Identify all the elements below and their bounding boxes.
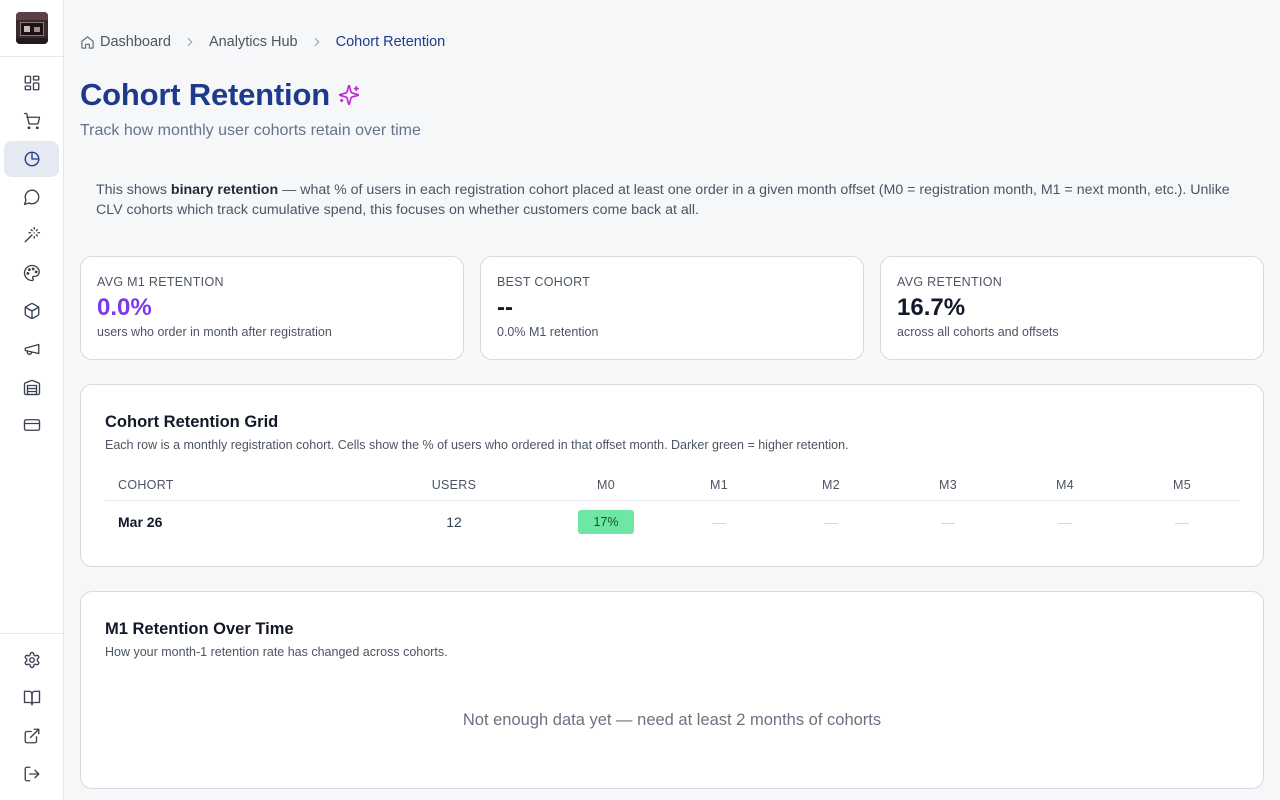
nav-logout[interactable]	[4, 756, 59, 792]
nav-orders[interactable]	[4, 103, 59, 139]
nav-billing[interactable]	[4, 407, 59, 443]
page-header: Cohort Retention	[80, 76, 360, 114]
retention-cell-m3: —	[941, 514, 955, 530]
retention-cell-m4: —	[1058, 514, 1072, 530]
breadcrumb-dashboard[interactable]: Dashboard	[100, 34, 171, 50]
stat-subtext: across all cohorts and offsets	[897, 325, 1059, 339]
gear-icon	[24, 651, 39, 669]
nav-themes[interactable]	[4, 255, 59, 291]
info-bold: binary retention	[170, 182, 279, 198]
stat-subtext: users who order in month after registrat…	[97, 325, 332, 339]
shopping-cart-icon	[23, 112, 40, 130]
megaphone-icon	[24, 343, 39, 355]
stat-card-avg-retention: AVG RETENTION 16.7% across all cohorts a…	[880, 256, 1264, 360]
credit-card-icon	[23, 419, 40, 431]
app-logo[interactable]	[16, 12, 48, 44]
stat-label: AVG M1 RETENTION	[97, 275, 224, 289]
retention-cell-m2: —	[824, 514, 838, 530]
stat-subtext: 0.0% M1 retention	[497, 325, 599, 339]
breadcrumb-current: Cohort Retention	[335, 34, 446, 50]
stat-value: 16.7%	[897, 294, 966, 321]
external-link-icon	[24, 728, 39, 744]
nav-external[interactable]	[4, 718, 59, 754]
column-header-m1[interactable]: M1	[669, 473, 769, 501]
column-header-users[interactable]: USERS	[404, 473, 504, 501]
nav-analytics[interactable]	[4, 141, 59, 177]
log-out-icon	[24, 766, 39, 782]
nav-dashboard[interactable]	[4, 65, 59, 101]
column-header-m0[interactable]: M0	[556, 473, 656, 501]
info-prefix: This shows	[96, 182, 171, 198]
retention-cell-m0: 17%	[556, 503, 656, 541]
panel-title: Cohort Retention Grid	[105, 413, 279, 431]
chevron-right-icon	[310, 35, 324, 49]
retention-cell-m5: —	[1175, 514, 1189, 530]
nav-ai-tools[interactable]	[4, 217, 59, 253]
table-header: COHORT USERS M0 M1 M2 M3 M4 M5	[105, 473, 1240, 501]
panel-description: How your month-1 retention rate has chan…	[105, 645, 448, 659]
page-title: Cohort Retention	[80, 77, 330, 112]
message-circle-icon	[23, 189, 39, 206]
chevron-right-icon	[183, 35, 197, 49]
pie-chart-icon	[24, 151, 39, 167]
m1-retention-panel: M1 Retention Over Time How your month-1 …	[80, 591, 1264, 789]
breadcrumb: Dashboard Analytics Hub Cohort Retention	[80, 32, 445, 52]
warehouse-icon	[23, 379, 40, 396]
stat-card-avg-m1: AVG M1 RETENTION 0.0% users who order in…	[80, 256, 464, 360]
cohort-grid-panel: Cohort Retention Grid Each row is a mont…	[80, 384, 1264, 567]
nav-products[interactable]	[4, 293, 59, 329]
cohort-users: 12	[446, 514, 462, 530]
nav-messages[interactable]	[4, 179, 59, 215]
breadcrumb-analytics-hub[interactable]: Analytics Hub	[209, 34, 298, 50]
panel-description: Each row is a monthly registration cohor…	[105, 438, 849, 452]
magic-wand-icon	[24, 226, 40, 243]
info-text: This shows binary retention — what % of …	[96, 180, 1256, 220]
column-header-m5[interactable]: M5	[1132, 473, 1232, 501]
stat-label: AVG RETENTION	[897, 275, 1003, 289]
column-header-m3[interactable]: M3	[898, 473, 998, 501]
nav-docs[interactable]	[4, 680, 59, 716]
package-icon	[24, 302, 39, 320]
book-open-icon	[23, 690, 40, 706]
nav-marketing[interactable]	[4, 331, 59, 367]
page-subtitle: Track how monthly user cohorts retain ov…	[80, 122, 421, 139]
table-row[interactable]: Mar 26 12 17% — — — — —	[105, 503, 1240, 541]
cohort-name: Mar 26	[118, 514, 163, 530]
stat-value: --	[497, 294, 513, 321]
column-header-m2[interactable]: M2	[781, 473, 881, 501]
empty-state-message: Not enough data yet — need at least 2 mo…	[462, 711, 882, 729]
sparkle-icon	[338, 84, 360, 106]
retention-pill: 17%	[578, 510, 634, 534]
retention-cell-m1: —	[712, 514, 726, 530]
sidebar-divider-bottom	[0, 633, 64, 634]
layout-grid-icon	[24, 75, 39, 91]
palette-icon	[23, 264, 40, 282]
stat-label: BEST COHORT	[497, 275, 591, 289]
column-header-m4[interactable]: M4	[1015, 473, 1115, 501]
nav-settings[interactable]	[4, 642, 59, 678]
stat-card-best-cohort: BEST COHORT -- 0.0% M1 retention	[480, 256, 864, 360]
nav-warehouse[interactable]	[4, 369, 59, 405]
sidebar	[0, 0, 64, 800]
panel-title: M1 Retention Over Time	[105, 620, 294, 638]
home-icon	[80, 35, 95, 50]
stat-value: 0.0%	[97, 294, 152, 321]
column-header-cohort[interactable]: COHORT	[118, 473, 174, 501]
sidebar-divider	[0, 56, 64, 57]
